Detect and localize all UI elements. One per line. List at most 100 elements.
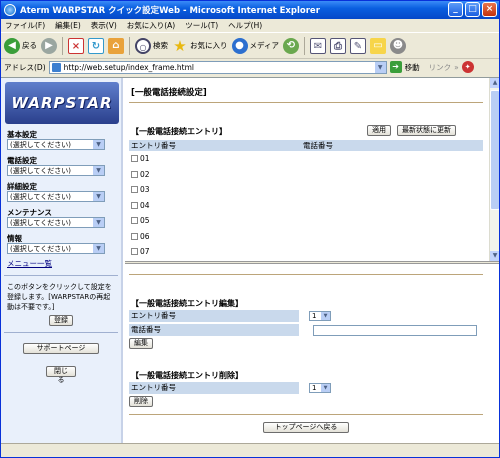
divider — [4, 275, 118, 276]
row-checkbox[interactable] — [131, 186, 138, 194]
vertical-scrollbar[interactable]: ▲ ▼ — [489, 78, 499, 261]
top-underline — [129, 274, 483, 275]
address-input[interactable]: http://web.setup/index_frame.html ▼ — [48, 60, 387, 74]
table-row[interactable]: 01 — [129, 151, 483, 167]
row-checkbox[interactable] — [131, 248, 138, 256]
apply-button[interactable]: 適用 — [367, 125, 391, 136]
nav-maintenance: メンテナンス (選択してください) ▼ — [7, 208, 121, 228]
row-checkbox[interactable] — [131, 217, 138, 225]
maximize-button[interactable]: □ — [465, 2, 480, 17]
refresh-button[interactable]: 最新状態に更新 — [397, 125, 456, 136]
table-row[interactable]: 04 — [129, 198, 483, 214]
row-checkbox[interactable] — [131, 155, 138, 163]
nav-info: 情報 (選択してください) ▼ — [7, 234, 121, 254]
edit-icon[interactable]: ✎ — [349, 37, 366, 54]
top-page-button[interactable]: トップページへ戻る — [263, 422, 349, 433]
media-button[interactable]: ● メディア — [231, 37, 279, 54]
close-page-button[interactable]: 閉じる — [46, 366, 76, 384]
favorites-button[interactable]: ★ お気に入り — [172, 36, 227, 55]
chevron-right-icon[interactable]: » — [454, 63, 459, 72]
entry-section-title: 【一般電話接続エントリ】 — [131, 127, 227, 136]
extension-icon[interactable]: ✦ — [461, 61, 474, 73]
chevron-down-icon: ▼ — [93, 192, 104, 201]
menu-file[interactable]: ファイル(F) — [5, 20, 45, 31]
chevron-down-icon: ▼ — [93, 244, 104, 253]
back-arrow-icon: ◀ — [4, 37, 20, 54]
menu-view[interactable]: 表示(V) — [91, 20, 117, 31]
col-phone-number: 電話番号 — [303, 141, 333, 150]
address-label: アドレス(D) — [4, 62, 46, 72]
chevron-down-icon: ▼ — [93, 218, 104, 227]
edit-entry-select[interactable]: 1 ▼ — [309, 311, 331, 321]
maintenance-select[interactable]: (選択してください) ▼ — [7, 217, 105, 228]
search-icon: ○ — [135, 37, 151, 54]
edit-phone-row: 電話番号 — [129, 324, 477, 336]
star-icon: ★ — [173, 36, 187, 55]
sidebar-frame: WARPSTAR 基本設定 (選択してください) ▼ 電話設定 (選択してくださ… — [1, 78, 123, 444]
advanced-settings-select[interactable]: (選択してください) ▼ — [7, 191, 105, 202]
toolbar: ◀ 戻る ▶ × ↻ ⌂ ○ 検索 ★ お気に入り ● メディア ⟲ ✉ ⎙ ✎… — [1, 33, 499, 59]
folder-icon[interactable]: ▭ — [369, 37, 386, 54]
phone-settings-select[interactable]: (選択してください) ▼ — [7, 165, 105, 176]
minimize-button[interactable]: _ — [448, 2, 463, 17]
table-row[interactable]: 06 — [129, 229, 483, 245]
nav-basic-settings: 基本設定 (選択してください) ▼ — [7, 130, 121, 150]
row-checkbox[interactable] — [131, 232, 138, 240]
edit-entry-row: エントリ番号 1 ▼ — [129, 310, 477, 322]
table-row[interactable]: 02 — [129, 167, 483, 183]
row-checkbox[interactable] — [131, 201, 138, 209]
refresh-icon[interactable]: ↻ — [88, 37, 104, 54]
page-content: WARPSTAR 基本設定 (選択してください) ▼ 電話設定 (選択してくださ… — [1, 77, 499, 444]
menu-help[interactable]: ヘルプ(H) — [228, 20, 262, 31]
table-row[interactable]: 03 — [129, 182, 483, 198]
bottom-underline — [129, 414, 483, 415]
links-label[interactable]: リンク — [429, 62, 452, 73]
basic-settings-select[interactable]: (選択してください) ▼ — [7, 139, 105, 150]
row-checkbox[interactable] — [131, 170, 138, 178]
edit-section-title: 【一般電話接続エントリ編集】 — [131, 299, 243, 308]
scroll-down-icon[interactable]: ▼ — [490, 251, 499, 261]
phone-number-input[interactable] — [313, 324, 477, 336]
chevron-down-icon: ▼ — [93, 166, 104, 175]
browser-window: Aterm WARPSTAR クイック設定Web - Microsoft Int… — [0, 0, 500, 458]
delete-entry-row: エントリ番号 1 ▼ — [129, 382, 331, 394]
table-row[interactable]: 07 — [129, 244, 483, 260]
delete-button[interactable]: 削除 — [129, 396, 153, 407]
messenger-icon[interactable]: ☻ — [389, 37, 406, 54]
chevron-down-icon: ▼ — [321, 384, 330, 392]
mail-icon[interactable]: ✉ — [309, 37, 326, 54]
title-underline — [129, 102, 483, 103]
back-button[interactable]: ◀ 戻る — [4, 37, 37, 54]
register-button[interactable]: 登録 — [49, 315, 73, 326]
support-page-button[interactable]: サポートページ — [23, 343, 99, 354]
forward-arrow-icon[interactable]: ▶ — [41, 37, 57, 54]
go-arrow-icon[interactable]: ➔ — [389, 61, 402, 73]
info-select[interactable]: (選択してください) ▼ — [7, 243, 105, 254]
col-entry-number: エントリ番号 — [131, 141, 176, 150]
search-button[interactable]: ○ 検索 — [135, 37, 168, 54]
go-button[interactable]: 移動 — [405, 62, 420, 73]
chevron-down-icon: ▼ — [321, 312, 330, 320]
table-header: エントリ番号 電話番号 — [129, 140, 483, 151]
entry-list-frame: [一般電話接続設定] 【一般電話接続エントリ】 適用 最新状態に更新 エントリ番… — [125, 78, 499, 261]
address-dropdown-icon[interactable]: ▼ — [374, 61, 386, 73]
menu-tools[interactable]: ツール(T) — [185, 20, 218, 31]
menu-edit[interactable]: 編集(E) — [55, 20, 81, 31]
entry-table: エントリ番号 電話番号 01 02 03 04 05 06 07 — [129, 140, 483, 260]
stop-icon[interactable]: × — [68, 37, 84, 54]
scroll-thumb[interactable] — [490, 90, 499, 210]
home-icon[interactable]: ⌂ — [108, 37, 124, 54]
entry-edit-frame: 【一般電話接続エントリ編集】 エントリ番号 1 ▼ 電話番号 編集 【一般電話接… — [125, 264, 499, 444]
table-row[interactable]: 05 — [129, 213, 483, 229]
address-bar: アドレス(D) http://web.setup/index_frame.htm… — [1, 59, 499, 75]
status-bar — [1, 443, 499, 457]
scroll-up-icon[interactable]: ▲ — [490, 78, 499, 88]
print-icon[interactable]: ⎙ — [329, 37, 346, 54]
edit-button[interactable]: 編集 — [129, 338, 153, 349]
nav-advanced-settings: 詳細設定 (選択してください) ▼ — [7, 182, 121, 202]
close-button[interactable]: × — [482, 2, 497, 17]
delete-entry-select[interactable]: 1 ▼ — [309, 383, 331, 393]
menu-favorites[interactable]: お気に入り(A) — [127, 20, 175, 31]
history-icon[interactable]: ⟲ — [282, 37, 299, 54]
menu-list-link[interactable]: メニュー一覧 — [7, 258, 121, 269]
